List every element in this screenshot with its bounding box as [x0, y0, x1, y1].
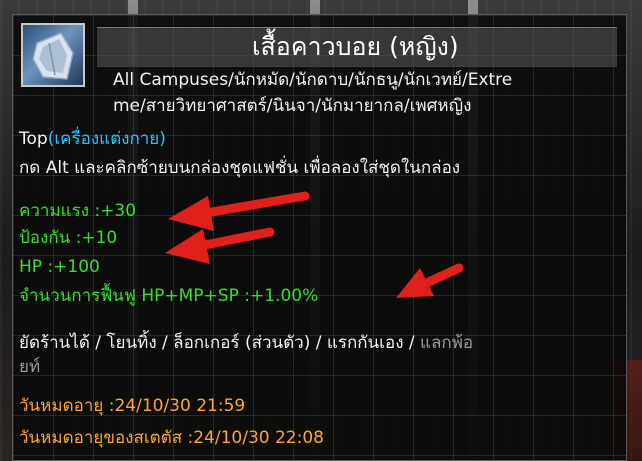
- item-expiry: วันหมดอายุ :24/10/30 21:59: [19, 396, 246, 416]
- item-slot-type: (เครื่องแต่งกาย): [47, 129, 166, 149]
- trade-restriction-disabled: แลกพ้อ: [420, 333, 474, 353]
- item-tooltip: เสื้อคาวบอย (หญิง) All Campuses/นักหมัด/…: [12, 14, 627, 461]
- fashion-box-instruction: กด Alt และคลิกซ้ายบนกล่องชุดแฟชั่น เพื่อ…: [19, 158, 461, 178]
- item-slot: Top(เครื่องแต่งกาย): [19, 128, 166, 150]
- item-slot-prefix: Top: [19, 129, 48, 149]
- item-title-bar: เสื้อคาวบอย (หญิง): [97, 27, 617, 67]
- trade-restrictions-line-2: ยท์: [19, 357, 41, 377]
- trade-restrictions-text: ยัดร้านได้ / โยนทิ้ง / ล็อกเกอร์ (ส่วนตั…: [19, 333, 421, 353]
- item-classes-line-2: me/สายวิทยาศาสตร์/นินจา/นักมายากล/เพศหญิ…: [113, 96, 472, 116]
- item-name: เสื้อคาวบอย (หญิง): [252, 32, 459, 61]
- stat-expiry: วันหมดอายุของสเตตัส :24/10/30 22:08: [19, 428, 324, 448]
- stat-strength: ความแรง :+30: [19, 201, 137, 221]
- stat-hp: HP :+100: [19, 257, 100, 277]
- item-classes-line-1: All Campuses/นักหมัด/นักดาบ/นักธนู/นักเว…: [113, 70, 513, 90]
- stat-defense: ป้องกัน :+10: [19, 228, 118, 248]
- stat-regen: จำนวนการฟื้นฟู HP+MP+SP :+1.00%: [19, 286, 319, 306]
- trade-restrictions-line-1: ยัดร้านได้ / โยนทิ้ง / ล็อกเกอร์ (ส่วนตั…: [19, 332, 473, 354]
- cowboy-shirt-icon: [32, 32, 74, 80]
- item-icon: [21, 23, 85, 87]
